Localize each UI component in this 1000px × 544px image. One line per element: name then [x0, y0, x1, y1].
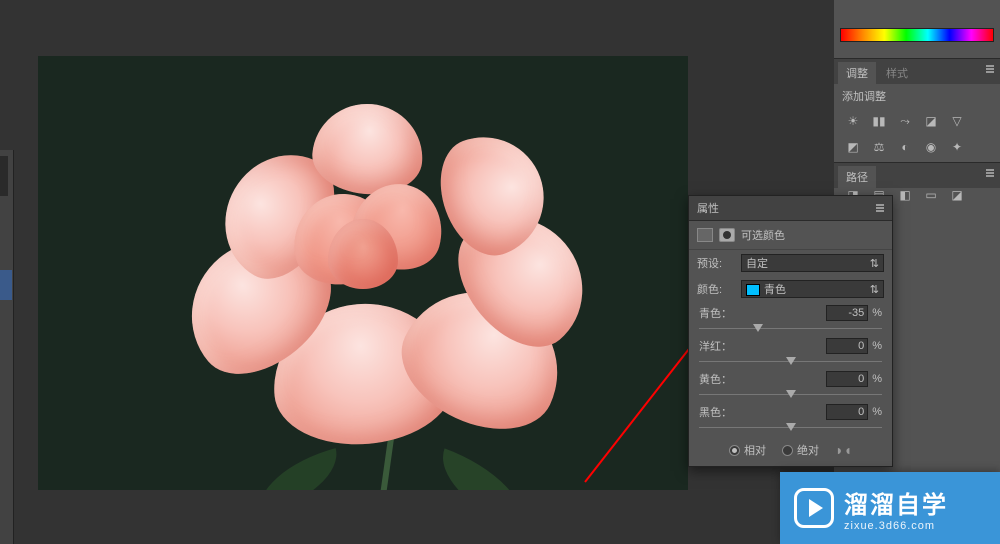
magenta-slider-track[interactable]: [699, 356, 882, 368]
adjustment-title: 可选颜色: [741, 227, 785, 243]
adjustments-tabs: 调整 样式: [834, 58, 1000, 84]
black-slider-row: 黑色： %: [689, 401, 892, 434]
cyan-slider-thumb[interactable]: [753, 324, 763, 332]
percent-symbol: %: [872, 373, 882, 385]
yellow-slider-track[interactable]: [699, 389, 882, 401]
black-slider-track[interactable]: [699, 422, 882, 434]
preset-label: 预设:: [697, 255, 735, 271]
photo-filter-icon[interactable]: ◉: [920, 138, 942, 156]
document-canvas[interactable]: [38, 56, 688, 490]
cyan-value-input[interactable]: [826, 305, 868, 321]
properties-panel: 属性 可选颜色 预设: 自定 ⇅ 颜色: 青色 ⇅ 青色： %: [688, 195, 893, 467]
black-label: 黑色：: [699, 404, 732, 420]
balance-icon[interactable]: ⚖: [868, 138, 890, 156]
relative-label: 相对: [744, 442, 766, 458]
hue-icon[interactable]: ◩: [842, 138, 864, 156]
yellow-label: 黄色：: [699, 371, 732, 387]
adjustment-icon-grid: ☀ ▮▮ ⤳ ◪ ▽: [834, 108, 1000, 134]
play-icon: [794, 488, 834, 528]
cyan-label: 青色：: [699, 305, 732, 321]
magenta-slider-thumb[interactable]: [786, 357, 796, 365]
layer-mask-icon[interactable]: [719, 228, 735, 242]
cyan-swatch-icon: [746, 284, 760, 296]
properties-menu-icon[interactable]: [876, 207, 884, 209]
bw-icon[interactable]: ◐: [894, 138, 916, 156]
watermark-sub: zixue.3d66.com: [844, 520, 948, 532]
tab-styles[interactable]: 样式: [878, 62, 916, 84]
selective-color-icon[interactable]: ◪: [946, 186, 968, 204]
colors-dropdown[interactable]: 青色 ⇅: [741, 280, 884, 298]
properties-tab-label: 属性: [697, 200, 719, 216]
method-radio-row: 相对 绝对 ◗◖: [689, 434, 892, 466]
colors-value: 青色: [764, 284, 786, 296]
selective-color-adjust-icon: [697, 228, 713, 242]
yellow-slider-row: 黄色： %: [689, 368, 892, 401]
levels-icon[interactable]: ▮▮: [868, 112, 890, 130]
radio-checked-icon: [729, 445, 740, 456]
colors-row: 颜色: 青色 ⇅: [689, 276, 892, 302]
dropdown-arrows-icon: ⇅: [870, 283, 879, 296]
left-panel-strip: [0, 150, 14, 544]
watermark-text: 溜溜自学 zixue.3d66.com: [844, 485, 948, 532]
absolute-label: 绝对: [797, 442, 819, 458]
left-layer-indicator[interactable]: [0, 270, 12, 300]
curves-icon[interactable]: ⤳: [894, 112, 916, 130]
percent-symbol: %: [872, 406, 882, 418]
percent-symbol: %: [872, 307, 882, 319]
gradient-map-icon[interactable]: ▭: [920, 186, 942, 204]
preset-value: 自定: [746, 255, 768, 271]
dropdown-arrows-icon: ⇅: [870, 257, 879, 270]
cyan-slider-row: 青色： %: [689, 302, 892, 335]
tab-adjustments[interactable]: 调整: [838, 62, 876, 84]
exposure-icon[interactable]: ◪: [920, 112, 942, 130]
watermark-logo: 溜溜自学 zixue.3d66.com: [780, 472, 1000, 544]
adjustment-type-row: 可选颜色: [689, 221, 892, 250]
percent-symbol: %: [872, 340, 882, 352]
vibrance-icon[interactable]: ▽: [946, 112, 968, 130]
rose-image: [153, 64, 573, 444]
channel-mixer-icon[interactable]: ✦: [946, 138, 968, 156]
magenta-label: 洋红：: [699, 338, 732, 354]
left-collapse-handle[interactable]: [0, 156, 8, 196]
yellow-value-input[interactable]: [826, 371, 868, 387]
magenta-value-input[interactable]: [826, 338, 868, 354]
threshold-icon[interactable]: ◧: [894, 186, 916, 204]
add-adjustment-label: 添加调整: [834, 84, 1000, 108]
color-spectrum-strip[interactable]: [840, 28, 994, 42]
magenta-slider-row: 洋红： %: [689, 335, 892, 368]
cyan-slider-track[interactable]: [699, 323, 882, 335]
preset-dropdown[interactable]: 自定 ⇅: [741, 254, 884, 272]
radio-unchecked-icon: [782, 445, 793, 456]
black-value-input[interactable]: [826, 404, 868, 420]
properties-header[interactable]: 属性: [689, 196, 892, 221]
relative-radio[interactable]: 相对: [729, 442, 766, 458]
brightness-icon[interactable]: ☀: [842, 112, 864, 130]
panel-menu-icon[interactable]: [986, 68, 994, 70]
yellow-slider-thumb[interactable]: [786, 390, 796, 398]
colors-label: 颜色:: [697, 281, 735, 297]
footer-preview-icon[interactable]: ◗◖: [835, 442, 852, 458]
preset-row: 预设: 自定 ⇅: [689, 250, 892, 276]
black-slider-thumb[interactable]: [786, 423, 796, 431]
watermark-main: 溜溜自学: [844, 485, 948, 520]
paths-panel: 路径: [834, 162, 1000, 188]
colors-value-wrap: 青色: [746, 281, 786, 297]
paths-menu-icon[interactable]: [986, 172, 994, 174]
tab-paths[interactable]: 路径: [838, 166, 876, 188]
absolute-radio[interactable]: 绝对: [782, 442, 819, 458]
